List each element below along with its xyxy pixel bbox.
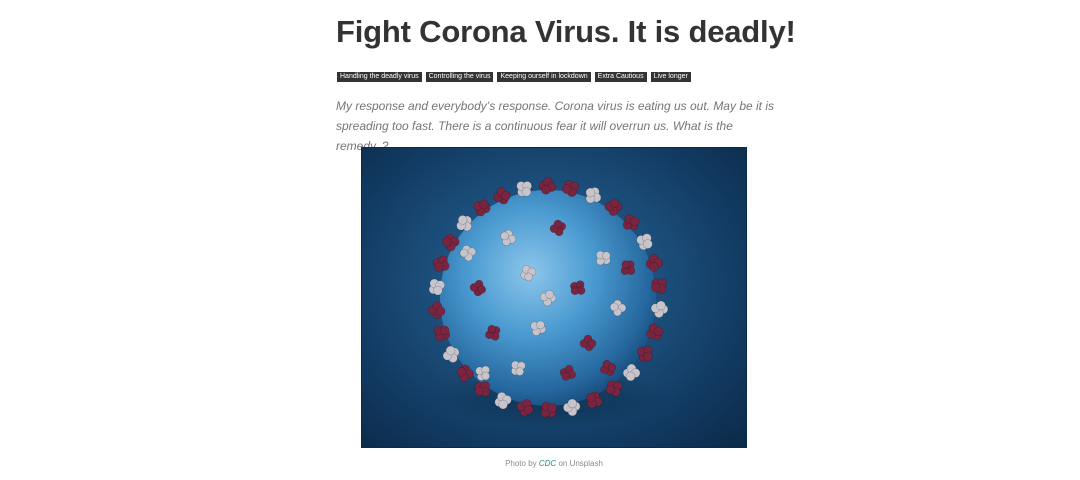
spike-protein (516, 181, 532, 197)
tag-live-longer[interactable]: Live longer (650, 72, 691, 82)
spike-protein (585, 187, 602, 204)
coronavirus-image (361, 147, 747, 448)
spike-protein (622, 214, 640, 231)
spike-protein (540, 401, 557, 418)
tag-keeping-ourself-in-lockdown[interactable]: Keeping ourself in lockdown (497, 72, 591, 82)
spike-protein (433, 325, 451, 342)
spike-protein (620, 260, 636, 275)
spike-protein (570, 280, 586, 295)
spike-protein (474, 381, 491, 397)
spike-protein (442, 345, 460, 363)
spike-protein (637, 345, 653, 362)
image-caption: Photo by CDC on Unsplash (361, 458, 747, 470)
tag-handling-the-deadly-virus[interactable]: Handling the deadly virus (337, 72, 422, 82)
spike-protein (511, 360, 526, 376)
spike-protein (456, 215, 472, 232)
page-title: Fight Corona Virus. It is deadly! (336, 14, 796, 49)
tag-extra-cautious[interactable]: Extra Cautious (594, 72, 647, 82)
spike-protein (596, 250, 611, 266)
tag-controlling-the-virus[interactable]: Controlling the virus (425, 72, 494, 82)
spike-protein (475, 365, 490, 381)
spike-protein (432, 255, 450, 272)
spike-protein (493, 187, 511, 205)
caption-author-link[interactable]: CDC (539, 459, 556, 468)
tag-list: Handling the deadly virus Controlling th… (337, 72, 691, 82)
virus-illustration (427, 177, 670, 428)
spike-protein (650, 278, 668, 294)
caption-suffix: on Unsplash (558, 459, 603, 468)
caption-prefix: Photo by (505, 459, 537, 468)
